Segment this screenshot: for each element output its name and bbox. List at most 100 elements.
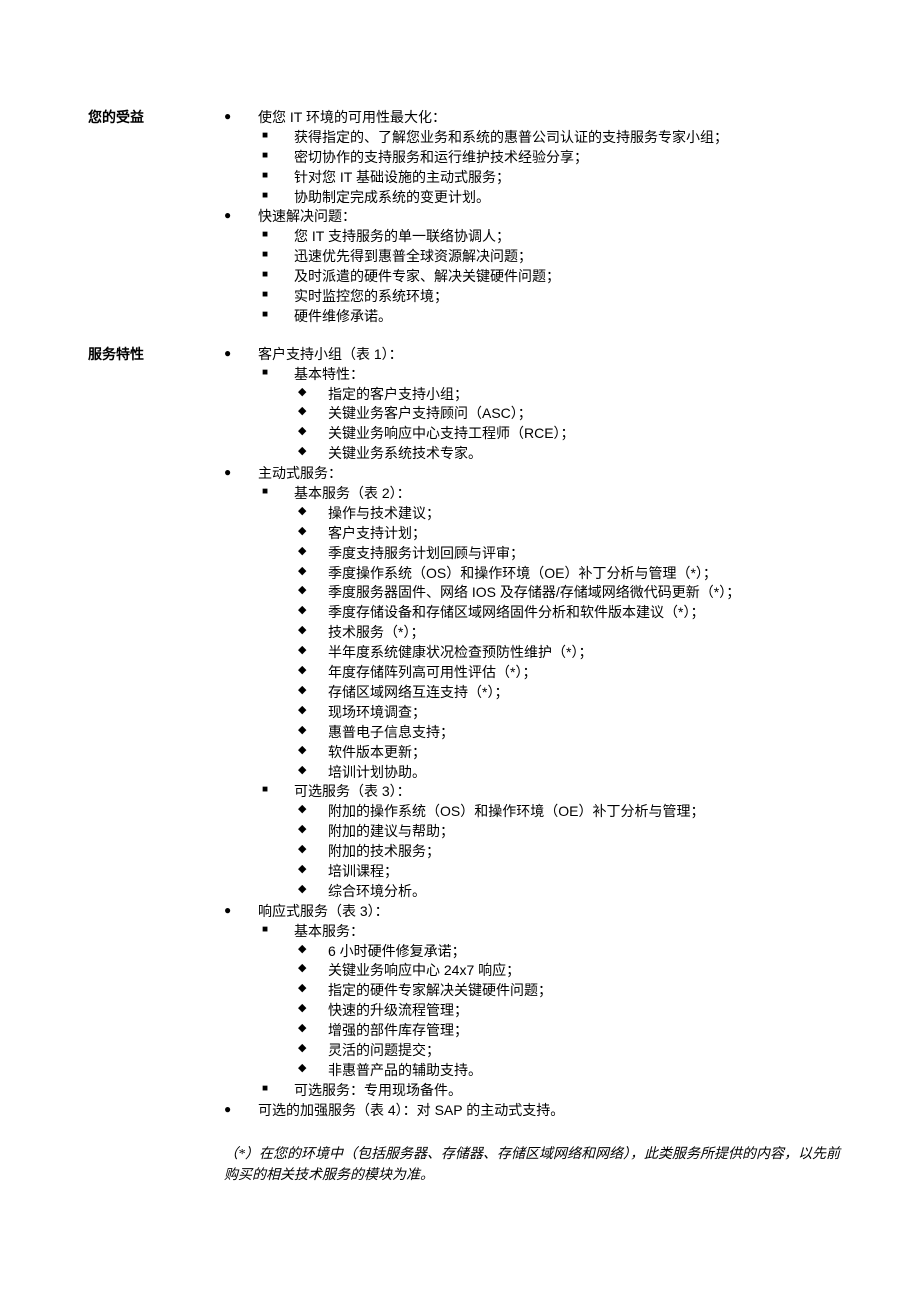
list-item-text: 可选的加强服务（表 4）：对 SAP 的主动式支持。 [258,1102,564,1118]
section-features: 服务特性 客户支持小组（表 1）： 基本特性： 指定的客户支持小组； 关键业务客… [88,345,840,1187]
list-item: 培训课程； [294,862,840,881]
list-item-text: 软件版本更新； [328,744,426,760]
list-item: 客户支持小组（表 1）： 基本特性： 指定的客户支持小组； 关键业务客户支持顾问… [224,345,840,463]
section-label: 您的受益 [88,108,224,127]
list-item-text: 及时派遣的硬件专家、解决关键硬件问题； [294,268,560,284]
list-item: 指定的客户支持小组； [294,385,840,404]
list-item: 可选服务：专用现场备件。 [258,1081,840,1100]
list-item: 使您 IT 环境的可用性最大化： 获得指定的、了解您业务和系统的惠普公司认证的支… [224,108,840,206]
list-item: 软件版本更新； [294,743,840,762]
list-item: 惠普电子信息支持； [294,723,840,742]
list-item-text: 密切协作的支持服务和运行维护技术经验分享； [294,149,588,165]
list-item: 及时派遣的硬件专家、解决关键硬件问题； [258,267,840,286]
list-item-text: 季度操作系统（OS）和操作环境（OE）补丁分析与管理（*）； [328,565,717,581]
list-item: 基本服务（表 2）： 操作与技术建议； 客户支持计划； 季度支持服务计划回顾与评… [258,484,840,781]
bullet-list-level2: 获得指定的、了解您业务和系统的惠普公司认证的支持服务专家小组； 密切协作的支持服… [258,128,840,207]
list-item-text: 培训课程； [328,863,398,879]
list-item-text: 可选服务：专用现场备件。 [294,1082,462,1098]
section-label: 服务特性 [88,345,224,364]
list-item-text: 实时监控您的系统环境； [294,288,448,304]
list-item-text: 关键业务客户支持顾问（ASC）； [328,405,532,421]
list-item-text: 季度支持服务计划回顾与评审； [328,545,524,561]
list-item: 季度操作系统（OS）和操作环境（OE）补丁分析与管理（*）； [294,564,840,583]
list-item: 迅速优先得到惠普全球资源解决问题； [258,247,840,266]
list-item: 附加的技术服务； [294,842,840,861]
list-item: 季度支持服务计划回顾与评审； [294,544,840,563]
list-item: 指定的硬件专家解决关键硬件问题； [294,981,840,1000]
list-item-text: 关键业务系统技术专家。 [328,445,482,461]
bullet-list-level3: 附加的操作系统（OS）和操作环境（OE）补丁分析与管理； 附加的建议与帮助； 附… [294,802,840,900]
list-item: 非惠普产品的辅助支持。 [294,1061,840,1080]
list-item: 季度服务器固件、网络 IOS 及存储器/存储域网络微代码更新（*）； [294,583,840,602]
list-item: 可选的加强服务（表 4）：对 SAP 的主动式支持。 [224,1101,840,1120]
list-item: 存储区域网络互连支持（*）； [294,683,840,702]
list-item-text: 半年度系统健康状况检查预防性维护（*）； [328,644,592,660]
list-item-text: 非惠普产品的辅助支持。 [328,1062,482,1078]
list-item: 关键业务响应中心 24x7 响应； [294,961,840,980]
list-item: 操作与技术建议； [294,504,840,523]
list-item: 附加的建议与帮助； [294,822,840,841]
list-item: 综合环境分析。 [294,882,840,901]
bullet-list-level3: 指定的客户支持小组； 关键业务客户支持顾问（ASC）； 关键业务响应中心支持工程… [294,385,840,464]
list-item-text: 6 小时硬件修复承诺； [328,943,466,959]
list-item: 半年度系统健康状况检查预防性维护（*）； [294,643,840,662]
list-item: 针对您 IT 基础设施的主动式服务； [258,168,840,187]
list-item-text: 增强的部件库存管理； [328,1022,468,1038]
section-body: 使您 IT 环境的可用性最大化： 获得指定的、了解您业务和系统的惠普公司认证的支… [224,108,840,327]
list-item-text: 迅速优先得到惠普全球资源解决问题； [294,248,532,264]
list-item: 快速的升级流程管理； [294,1001,840,1020]
list-item: 培训计划协助。 [294,763,840,782]
list-item-text: 客户支持计划； [328,525,426,541]
list-item-text: 综合环境分析。 [328,883,426,899]
list-item-text: 存储区域网络互连支持（*）； [328,684,508,700]
list-item: 技术服务（*）； [294,623,840,642]
list-item-text: 操作与技术建议； [328,505,440,521]
bullet-list-level2: 基本服务： 6 小时硬件修复承诺； 关键业务响应中心 24x7 响应； 指定的硬… [258,922,840,1100]
list-item-text: 获得指定的、了解您业务和系统的惠普公司认证的支持服务专家小组； [294,129,728,145]
list-item: 年度存储阵列高可用性评估（*）； [294,663,840,682]
list-item-text: 季度服务器固件、网络 IOS 及存储器/存储域网络微代码更新（*）； [328,584,740,600]
list-item-text: 附加的技术服务； [328,843,440,859]
list-item: 响应式服务（表 3）： 基本服务： 6 小时硬件修复承诺； 关键业务响应中心 2… [224,902,840,1100]
list-item-text: 季度存储设备和存储区域网络固件分析和软件版本建议（*）； [328,604,704,620]
list-item: 关键业务客户支持顾问（ASC）； [294,404,840,423]
list-item-text: 关键业务响应中心支持工程师（RCE）； [328,425,575,441]
list-item-text: 您 IT 支持服务的单一联络协调人； [294,228,510,244]
list-item-text: 培训计划协助。 [328,764,426,780]
list-item-text: 现场环境调查； [328,704,426,720]
list-item-text: 基本服务： [294,923,364,939]
list-item: 基本特性： 指定的客户支持小组； 关键业务客户支持顾问（ASC）； 关键业务响应… [258,365,840,463]
list-item: 现场环境调查； [294,703,840,722]
list-item: 6 小时硬件修复承诺； [294,942,840,961]
list-item-text: 响应式服务（表 3）： [258,903,389,919]
list-item: 基本服务： 6 小时硬件修复承诺； 关键业务响应中心 24x7 响应； 指定的硬… [258,922,840,1080]
list-item-text: 技术服务（*）； [328,624,424,640]
bullet-list-level3: 6 小时硬件修复承诺； 关键业务响应中心 24x7 响应； 指定的硬件专家解决关… [294,942,840,1080]
list-item: 附加的操作系统（OS）和操作环境（OE）补丁分析与管理； [294,802,840,821]
bullet-list-level2: 您 IT 支持服务的单一联络协调人； 迅速优先得到惠普全球资源解决问题； 及时派… [258,227,840,325]
list-item-text: 使您 IT 环境的可用性最大化： [258,109,446,125]
list-item-text: 客户支持小组（表 1）： [258,346,403,362]
list-item: 可选服务（表 3）： 附加的操作系统（OS）和操作环境（OE）补丁分析与管理； … [258,782,840,900]
list-item-text: 主动式服务： [258,465,342,481]
section-benefits: 您的受益 使您 IT 环境的可用性最大化： 获得指定的、了解您业务和系统的惠普公… [88,108,840,327]
list-item-text: 快速的升级流程管理； [328,1002,468,1018]
list-item-text: 基本服务（表 2）： [294,485,411,501]
list-item: 密切协作的支持服务和运行维护技术经验分享； [258,148,840,167]
list-item-text: 针对您 IT 基础设施的主动式服务； [294,169,510,185]
bullet-list-level1: 客户支持小组（表 1）： 基本特性： 指定的客户支持小组； 关键业务客户支持顾问… [224,345,840,1120]
list-item-text: 快速解决问题： [258,208,356,224]
list-item: 硬件维修承诺。 [258,307,840,326]
list-item: 实时监控您的系统环境； [258,287,840,306]
list-item: 客户支持计划； [294,524,840,543]
list-item-text: 指定的客户支持小组； [328,386,468,402]
list-item-text: 硬件维修承诺。 [294,308,392,324]
list-item: 主动式服务： 基本服务（表 2）： 操作与技术建议； 客户支持计划； 季度支持服… [224,464,840,901]
list-item: 灵活的问题提交； [294,1041,840,1060]
list-item-text: 附加的建议与帮助； [328,823,454,839]
document-page: 您的受益 使您 IT 环境的可用性最大化： 获得指定的、了解您业务和系统的惠普公… [0,0,920,1301]
list-item-text: 基本特性： [294,366,364,382]
list-item-text: 年度存储阵列高可用性评估（*）； [328,664,536,680]
bullet-list-level3: 操作与技术建议； 客户支持计划； 季度支持服务计划回顾与评审； 季度操作系统（O… [294,504,840,781]
list-item: 季度存储设备和存储区域网络固件分析和软件版本建议（*）； [294,603,840,622]
